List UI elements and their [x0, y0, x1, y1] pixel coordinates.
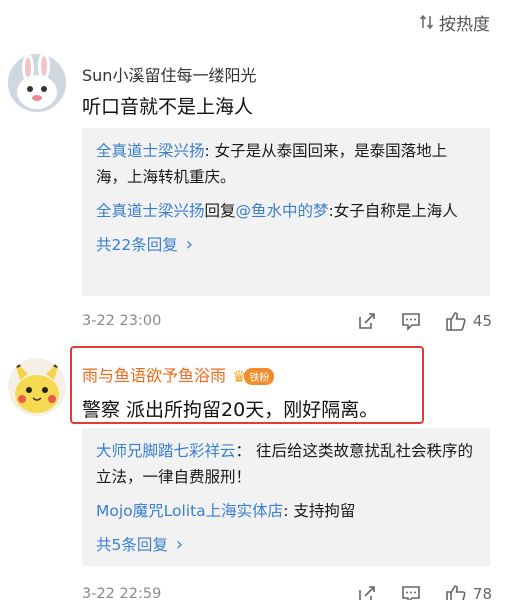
comment-meta: 3-22 22:59 78: [82, 579, 492, 600]
thumbs-up-icon: [446, 585, 466, 600]
reply-separator: :: [283, 502, 294, 520]
comment-username[interactable]: 雨与鱼语欲予鱼浴雨 ♛ 铁粉: [82, 362, 275, 386]
reply-content: 女子自称是上海人: [333, 202, 458, 220]
chevron-right-icon: ›: [185, 234, 193, 255]
thumbs-up-icon: [446, 312, 466, 331]
comment-time: 3-22 22:59: [82, 586, 162, 600]
comment-text: 听口音就不是上海人: [82, 96, 254, 118]
sort-label: 按热度: [439, 14, 490, 35]
more-replies-label: 共22条回复: [96, 236, 178, 254]
comment-icon: [402, 313, 420, 331]
reply-separator: ：: [235, 442, 256, 460]
reply-username[interactable]: 大师兄脚踏七彩祥云: [96, 442, 236, 460]
sort-icon: [419, 14, 434, 30]
reply-item[interactable]: 全真道士梁兴扬回复@鱼水中的梦:女子自称是上海人: [96, 198, 476, 224]
pikachu-avatar[interactable]: [8, 358, 66, 416]
comment-meta: 3-22 23:00 45: [82, 306, 492, 336]
share-button[interactable]: [357, 584, 377, 600]
more-replies-label: 共5条回复: [96, 536, 168, 554]
reply-box: 大师兄脚踏七彩祥云： 往后给这类故意扰乱社会秩序的立法，一律自费服刑！ Mojo…: [82, 428, 490, 566]
rabbit-avatar[interactable]: [8, 54, 66, 112]
reply-target[interactable]: @鱼水中的梦: [236, 202, 329, 220]
comment-time: 3-22 23:00: [82, 313, 162, 329]
share-icon: [359, 313, 375, 329]
comment-actions: 45: [357, 311, 492, 331]
reply-item[interactable]: 大师兄脚踏七彩祥云： 往后给这类故意扰乱社会秩序的立法，一律自费服刑！: [96, 438, 476, 490]
reply-item[interactable]: 全真道士梁兴扬: 女子是从泰国回来，是泰国落地上海，上海转机重庆。: [96, 138, 476, 190]
reply-separator: :: [204, 142, 215, 160]
reply-mid-text: 回复: [204, 202, 236, 220]
sort-by-hot-button[interactable]: 按热度: [419, 10, 490, 35]
reply-content: 支持拘留: [293, 502, 356, 520]
view-all-replies-link[interactable]: 共22条回复 ›: [96, 232, 476, 258]
like-count: 45: [472, 312, 492, 330]
share-icon: [359, 586, 375, 600]
chevron-right-icon: ›: [175, 534, 184, 555]
reply-item[interactable]: Mojo魔咒Lolita上海实体店: 支持拘留: [96, 498, 476, 524]
fan-badge: ♛ 铁粉: [232, 367, 275, 386]
share-button[interactable]: [357, 311, 377, 331]
like-count: 78: [472, 585, 492, 600]
comment-username[interactable]: Sun小溪留住每一缕阳光: [82, 62, 256, 86]
reply-button[interactable]: [401, 311, 421, 331]
reply-username[interactable]: 全真道士梁兴扬: [96, 202, 205, 220]
comment-icon: [402, 586, 420, 600]
like-button[interactable]: 45: [445, 311, 492, 331]
like-button[interactable]: 78: [445, 584, 492, 600]
reply-box: 全真道士梁兴扬: 女子是从泰国回来，是泰国落地上海，上海转机重庆。 全真道士梁兴…: [82, 128, 490, 296]
comment-text: 警察 派出所拘留20天，刚好隔离。: [82, 399, 379, 421]
reply-button[interactable]: [401, 584, 421, 600]
comment-actions: 78: [357, 584, 492, 600]
username-text: 雨与鱼语欲予鱼浴雨: [82, 366, 227, 385]
badge-label: 铁粉: [244, 368, 275, 385]
reply-username[interactable]: 全真道士梁兴扬: [96, 142, 205, 160]
reply-username[interactable]: Mojo魔咒Lolita上海实体店: [96, 502, 283, 520]
view-all-replies-link[interactable]: 共5条回复 ›: [96, 532, 476, 558]
